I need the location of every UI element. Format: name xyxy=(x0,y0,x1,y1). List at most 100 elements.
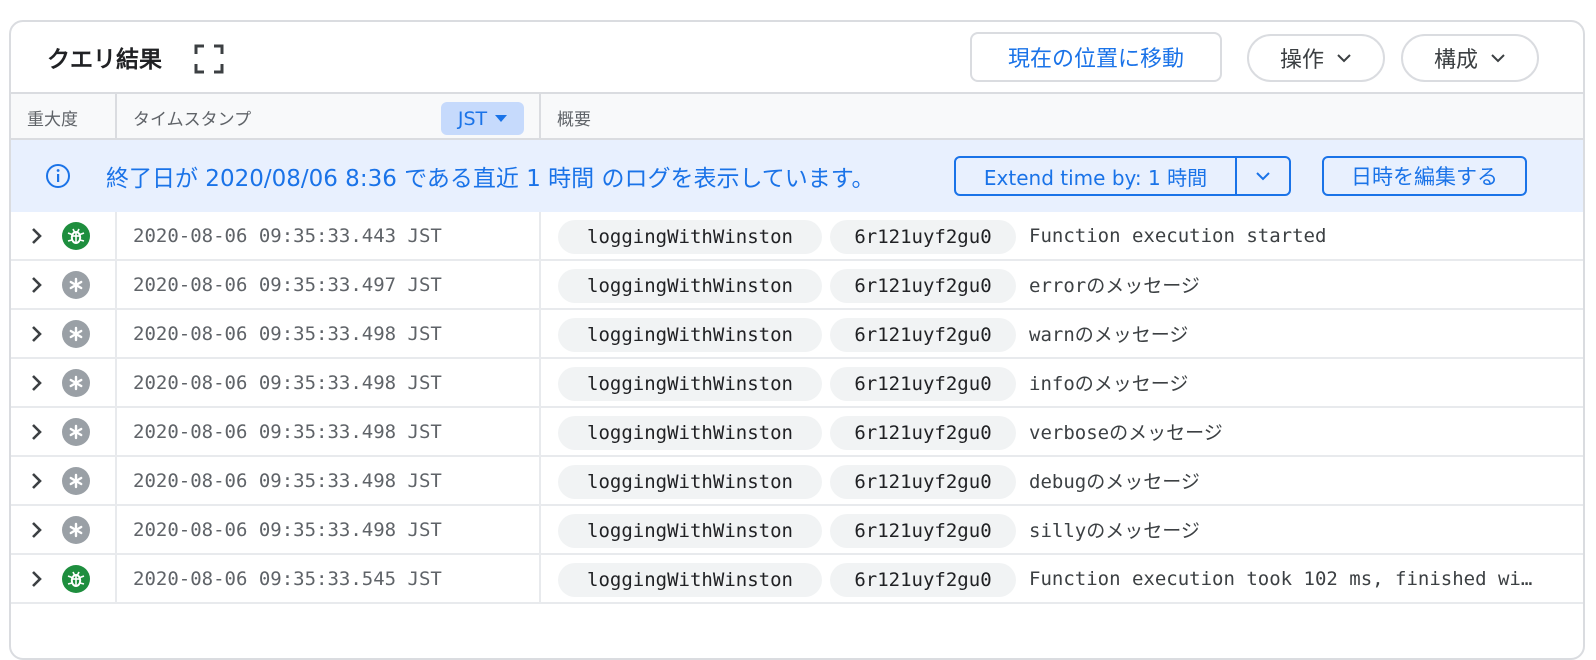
function-name-chip[interactable]: loggingWithWinston xyxy=(558,367,822,401)
column-divider xyxy=(539,555,541,602)
severity-debug-icon xyxy=(62,565,90,593)
log-message-text: debugのメッセージ xyxy=(1029,471,1200,493)
column-divider xyxy=(539,212,541,259)
panel-title: クエリ結果 xyxy=(47,47,162,73)
time-range-banner: 終了日が 2020/08/06 8:36 である直近 1 時間 のログを表示して… xyxy=(11,140,1583,212)
execution-id-chip[interactable]: 6r121uyf2gu0 xyxy=(830,318,1016,352)
log-message-text: sillyのメッセージ xyxy=(1029,520,1200,542)
column-divider xyxy=(115,310,117,357)
caret-down-icon xyxy=(495,115,508,122)
actions-menu-button[interactable]: 操作 xyxy=(1247,34,1385,82)
log-entry-row[interactable]: 2020-08-06 09:35:33.498 JST loggingWithW… xyxy=(11,408,1583,457)
column-divider xyxy=(115,457,117,504)
function-name-chip[interactable]: loggingWithWinston xyxy=(558,269,822,303)
severity-default-icon xyxy=(62,516,90,544)
chevron-down-icon xyxy=(1337,54,1351,63)
execution-id-chip[interactable]: 6r121uyf2gu0 xyxy=(830,269,1016,303)
log-message-text: Function execution started xyxy=(1029,224,1327,247)
chevron-right-icon[interactable] xyxy=(29,373,45,393)
chevron-right-icon[interactable] xyxy=(29,569,45,589)
log-entry-row[interactable]: 2020-08-06 09:35:33.498 JST loggingWithW… xyxy=(11,310,1583,359)
log-message-text: verboseのメッセージ xyxy=(1029,422,1223,444)
severity-default-icon xyxy=(62,467,90,495)
log-message: debugのメッセージ xyxy=(1029,457,1541,504)
log-entry-row[interactable]: 2020-08-06 09:35:33.498 JST loggingWithW… xyxy=(11,457,1583,506)
function-name-chip[interactable]: loggingWithWinston xyxy=(558,318,822,352)
execution-id-chip[interactable]: 6r121uyf2gu0 xyxy=(830,514,1016,548)
column-divider xyxy=(115,506,117,553)
column-divider xyxy=(115,261,117,308)
execution-id-chip[interactable]: 6r121uyf2gu0 xyxy=(830,220,1016,254)
chevron-right-icon[interactable] xyxy=(29,471,45,491)
chevron-right-icon[interactable] xyxy=(29,226,45,246)
column-divider xyxy=(539,359,541,406)
severity-default-icon xyxy=(62,320,90,348)
chevron-down-icon xyxy=(1256,172,1270,181)
edit-time-button[interactable]: 日時を編集する xyxy=(1322,156,1527,196)
log-timestamp: 2020-08-06 09:35:33.443 JST xyxy=(133,224,442,247)
log-timestamp: 2020-08-06 09:35:33.498 JST xyxy=(133,322,442,345)
log-message: verboseのメッセージ xyxy=(1029,408,1541,455)
chevron-right-icon[interactable] xyxy=(29,324,45,344)
execution-id-chip[interactable]: 6r121uyf2gu0 xyxy=(830,416,1016,450)
log-message: sillyのメッセージ xyxy=(1029,506,1541,553)
panel-header: クエリ結果 現在の位置に移動 操作 構成 xyxy=(11,22,1583,92)
log-timestamp: 2020-08-06 09:35:33.498 JST xyxy=(133,371,442,394)
extend-time-dropdown[interactable] xyxy=(1237,158,1289,194)
info-icon xyxy=(46,164,70,188)
severity-default-icon xyxy=(62,271,90,299)
chevron-right-icon[interactable] xyxy=(29,275,45,295)
fullscreen-icon[interactable] xyxy=(194,44,224,74)
execution-id-chip[interactable]: 6r121uyf2gu0 xyxy=(830,465,1016,499)
column-divider xyxy=(115,94,117,140)
timezone-label: JST xyxy=(457,107,488,130)
banner-message: 終了日が 2020/08/06 8:36 である直近 1 時間 のログを表示して… xyxy=(106,166,875,192)
column-divider xyxy=(539,506,541,553)
function-name-chip[interactable]: loggingWithWinston xyxy=(558,416,822,450)
execution-id-chip[interactable]: 6r121uyf2gu0 xyxy=(830,367,1016,401)
log-message-text: infoのメッセージ xyxy=(1029,373,1189,395)
query-results-panel: クエリ結果 現在の位置に移動 操作 構成 重大度 タイムスタンプ JST 概要 … xyxy=(9,20,1585,660)
timezone-selector[interactable]: JST xyxy=(441,102,524,135)
log-message: Function execution took 102 ms, finished… xyxy=(1029,555,1541,602)
column-divider xyxy=(539,408,541,455)
log-entry-row[interactable]: 2020-08-06 09:35:33.545 JST loggingWithW… xyxy=(11,555,1583,604)
chevron-right-icon[interactable] xyxy=(29,520,45,540)
log-timestamp: 2020-08-06 09:35:33.497 JST xyxy=(133,273,442,296)
function-name-chip[interactable]: loggingWithWinston xyxy=(558,220,822,254)
column-divider xyxy=(539,457,541,504)
log-message-text: errorのメッセージ xyxy=(1029,275,1200,297)
column-divider xyxy=(115,408,117,455)
function-name-chip[interactable]: loggingWithWinston xyxy=(558,563,822,597)
severity-default-icon xyxy=(62,418,90,446)
log-entries-list: 2020-08-06 09:35:33.443 JST loggingWithW… xyxy=(11,212,1583,604)
log-timestamp: 2020-08-06 09:35:33.498 JST xyxy=(133,469,442,492)
extend-time-button[interactable]: Extend time by: 1 時間 xyxy=(956,158,1235,194)
function-name-chip[interactable]: loggingWithWinston xyxy=(558,514,822,548)
column-divider xyxy=(115,359,117,406)
log-entry-row[interactable]: 2020-08-06 09:35:33.497 JST loggingWithW… xyxy=(11,261,1583,310)
log-message: warnのメッセージ xyxy=(1029,310,1541,357)
jump-to-now-button[interactable]: 現在の位置に移動 xyxy=(970,32,1222,82)
execution-id-chip[interactable]: 6r121uyf2gu0 xyxy=(830,563,1016,597)
severity-default-icon xyxy=(62,369,90,397)
log-message-text: warnのメッセージ xyxy=(1029,324,1189,346)
severity-debug-icon xyxy=(62,222,90,250)
column-header-timestamp[interactable]: タイムスタンプ xyxy=(133,94,251,140)
extend-time-split-button: Extend time by: 1 時間 xyxy=(954,156,1291,196)
configure-menu-button[interactable]: 構成 xyxy=(1401,34,1539,82)
log-timestamp: 2020-08-06 09:35:33.498 JST xyxy=(133,420,442,443)
column-divider xyxy=(539,310,541,357)
log-message: errorのメッセージ xyxy=(1029,261,1541,308)
log-entry-row[interactable]: 2020-08-06 09:35:33.498 JST loggingWithW… xyxy=(11,359,1583,408)
column-header-summary[interactable]: 概要 xyxy=(557,94,591,140)
actions-menu-label: 操作 xyxy=(1279,48,1324,73)
column-header-severity[interactable]: 重大度 xyxy=(27,94,78,140)
log-entry-row[interactable]: 2020-08-06 09:35:33.498 JST loggingWithW… xyxy=(11,506,1583,555)
chevron-right-icon[interactable] xyxy=(29,422,45,442)
log-message: infoのメッセージ xyxy=(1029,359,1541,406)
column-divider xyxy=(539,261,541,308)
configure-menu-label: 構成 xyxy=(1433,48,1478,73)
function-name-chip[interactable]: loggingWithWinston xyxy=(558,465,822,499)
log-entry-row[interactable]: 2020-08-06 09:35:33.443 JST loggingWithW… xyxy=(11,212,1583,261)
